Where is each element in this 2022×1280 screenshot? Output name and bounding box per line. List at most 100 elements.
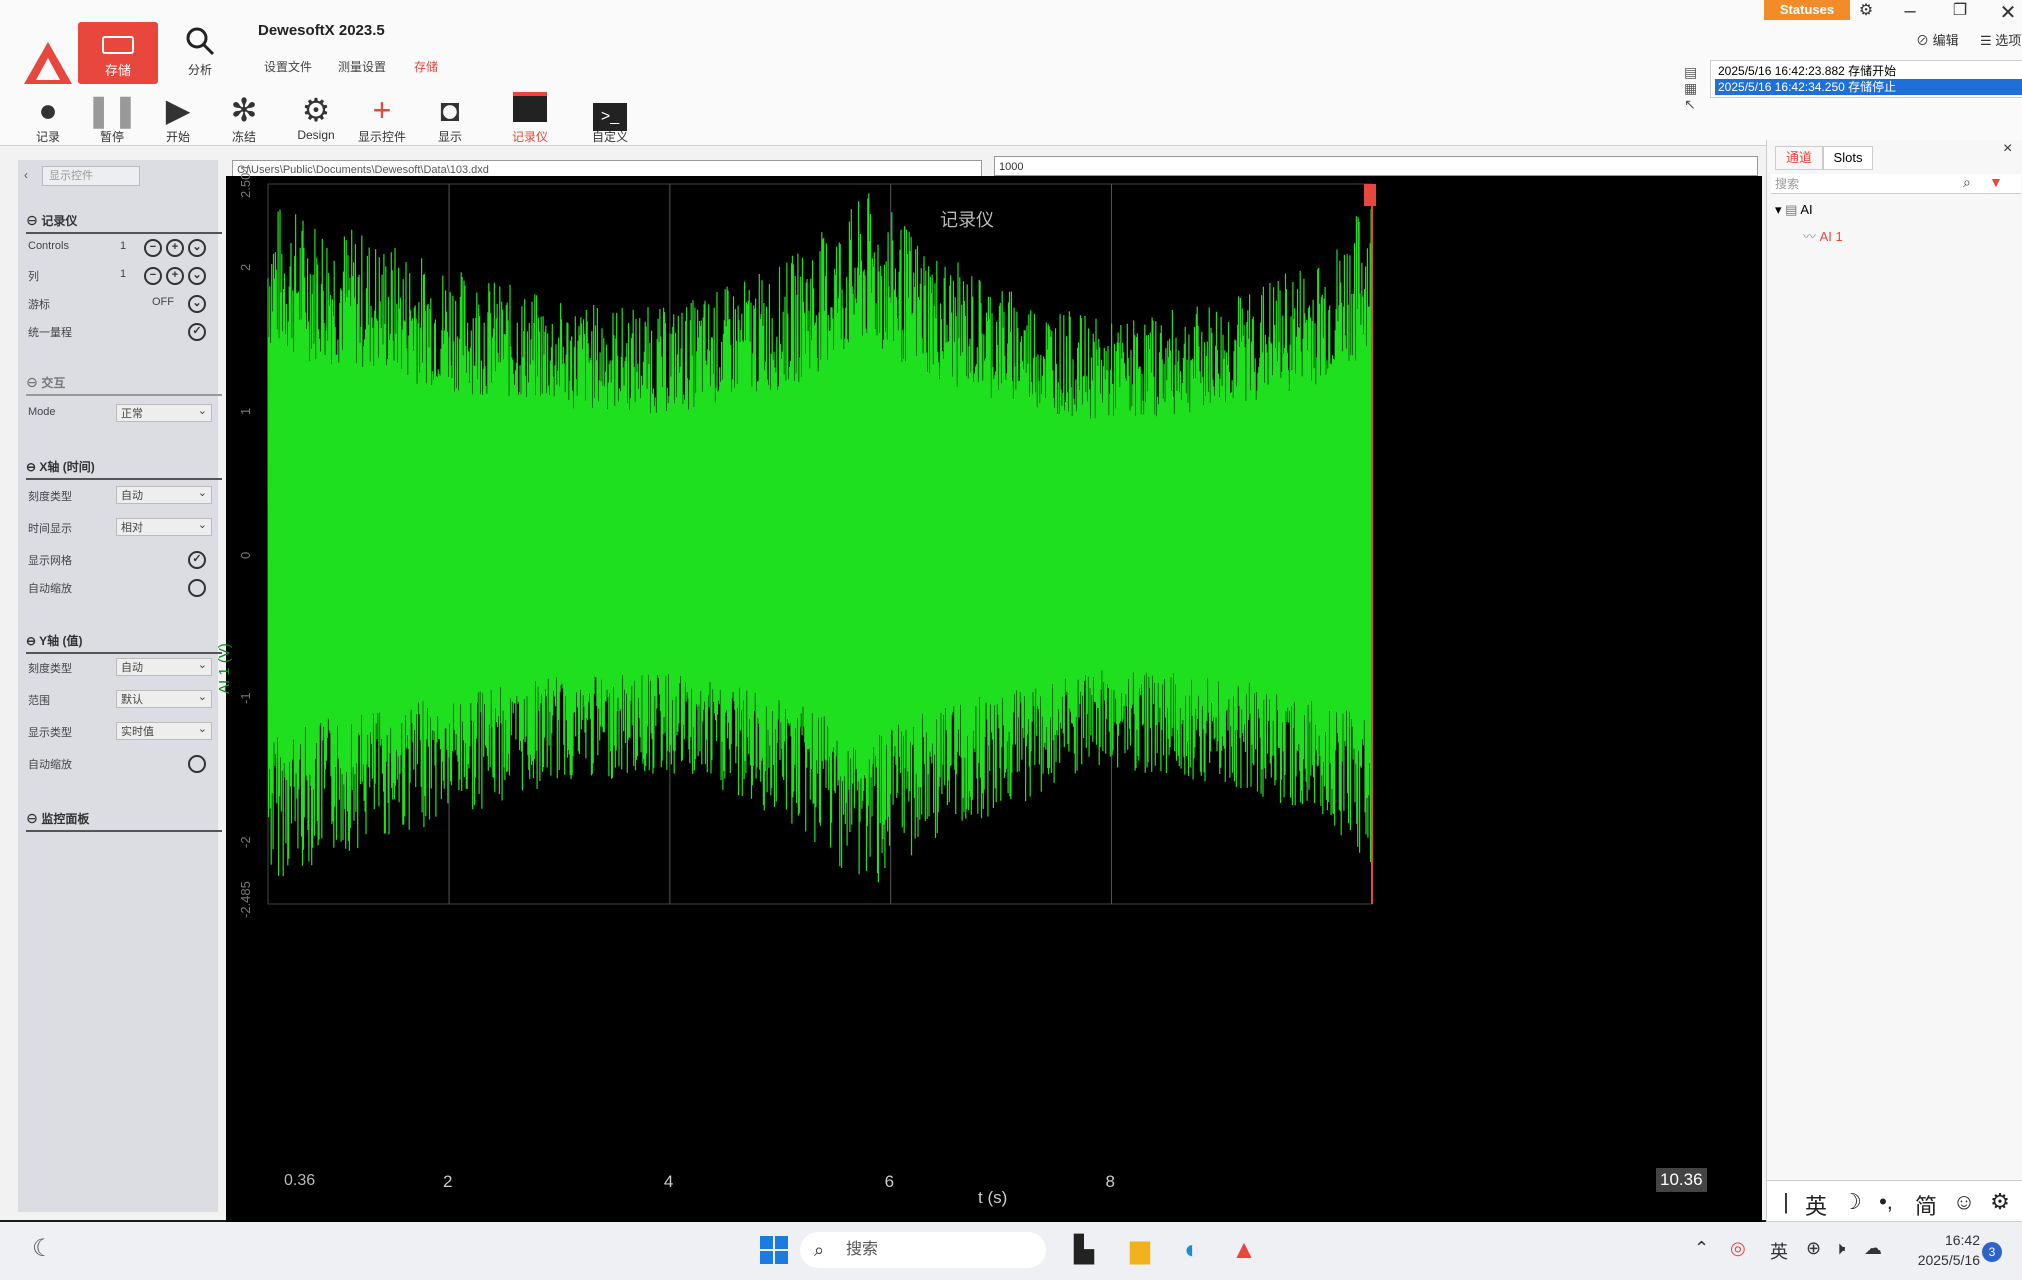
minimize-button[interactable]: – [1892, 0, 1928, 23]
settings-gear-icon[interactable]: ⚙ [1848, 0, 1884, 20]
taskbar-search-input[interactable]: 搜索 [800, 1232, 1046, 1268]
tab-measurement-setup[interactable]: 测量设置 [338, 58, 386, 75]
task-view-icon[interactable]: ▙ [1064, 1234, 1104, 1265]
tab-channels[interactable]: 通道 [1775, 146, 1823, 170]
y-tick-label: 2.504 [238, 165, 253, 198]
tree-group-ai[interactable]: ▾ ▤ AI [1775, 202, 2015, 218]
network-icon[interactable]: ⊕ [1806, 1238, 1821, 1259]
close-panel-icon[interactable]: × [2003, 140, 2012, 158]
section-y-axis[interactable]: ⊖ Y轴 (值) [26, 632, 222, 654]
ime-settings-icon[interactable]: ⚙ [1981, 1189, 2019, 1215]
play-icon: ▶ [165, 92, 191, 128]
volume-icon[interactable]: 🕨 [1834, 1238, 1845, 1259]
section-recorder[interactable]: ⊖ 记录仪 [26, 212, 222, 234]
search-icon[interactable]: ⌕ [1963, 174, 1971, 191]
record-button[interactable]: ● 记录 [18, 92, 78, 154]
close-button[interactable]: ✕ [1990, 0, 2022, 25]
channel-panel: 通道 Slots × 搜索 ⌕ ▼ ▾ ▤ AI 〰 AI 1 [1766, 140, 2022, 1222]
dewesoft-taskbar-icon[interactable]: ▲ [1224, 1234, 1264, 1265]
ime-moon-icon[interactable]: ☽ [1833, 1189, 1871, 1215]
channel-search-input[interactable]: 搜索 [1771, 174, 2021, 194]
start-icon[interactable] [760, 1236, 788, 1264]
plus-icon[interactable]: + [166, 267, 184, 285]
x-grid-row: 显示网格 ✓ [26, 548, 222, 570]
mode-select[interactable]: 正常 [116, 402, 212, 422]
y-tick-label: 1 [238, 407, 253, 416]
value-field[interactable]: 1000 [994, 156, 1758, 176]
ime-emoji-icon[interactable]: ☺ [1945, 1189, 1983, 1215]
taskbar-clock[interactable]: 16:42 2025/5/16 [1900, 1230, 1980, 1270]
ime-lang[interactable]: 英 [1797, 1189, 1835, 1221]
dropdown-circle-icon[interactable]: ⌄ [188, 295, 206, 313]
event-tools-icon[interactable]: ▤ ▦ ↖ [1684, 64, 1697, 112]
analyze-button[interactable]: 分析 [170, 24, 230, 84]
x-tick-label: 8 [1105, 1172, 1115, 1191]
x-tick-label: 2 [443, 1172, 453, 1191]
minus-icon[interactable]: − [144, 239, 162, 257]
statuses-button[interactable]: Statuses [1764, 0, 1850, 20]
recorder-chart[interactable] [226, 176, 1762, 1222]
event-list[interactable]: 2025/5/16 16:42:23.882 存储开始 2025/5/16 16… [1710, 60, 2022, 98]
y-scale-type-select[interactable]: 自动 [116, 656, 212, 676]
x-scale-type-select[interactable]: 自动 [116, 484, 212, 504]
section-recorder-label: 记录仪 [41, 214, 78, 228]
widgets-icon[interactable]: ☾ [32, 1234, 54, 1263]
display-button[interactable]: ◘ 显示 [420, 92, 480, 154]
ime-simplified[interactable]: 简 [1907, 1189, 1945, 1221]
start-button[interactable]: ▶ 开始 [148, 92, 208, 154]
tab-setup-files[interactable]: 设置文件 [264, 58, 312, 75]
expand-arrow-icon[interactable]: ▾ [1775, 202, 1782, 217]
edit-button[interactable]: ⊘ 编辑 [1916, 30, 1959, 49]
filter-icon[interactable]: ▼ [1989, 174, 2003, 190]
columns-label: 列 [28, 271, 39, 283]
edge-browser-icon[interactable]: ◐ [1172, 1234, 1212, 1265]
section-interaction[interactable]: ⊖ 交互 [26, 374, 222, 396]
tray-chevron-icon[interactable]: ⌃ [1694, 1238, 1709, 1259]
start-label: 开始 [165, 130, 190, 144]
restore-button[interactable]: ❐ [1942, 0, 1978, 20]
design-label: Design [297, 128, 335, 142]
dropdown-circle-icon[interactable]: ⌄ [188, 267, 206, 285]
custom-screen-button[interactable]: >_ 自定义 [580, 92, 640, 154]
freeze-button[interactable]: ✻ 冻结 [214, 92, 274, 154]
onedrive-icon[interactable]: ☁ [1864, 1238, 1882, 1259]
controls-label: Controls [28, 240, 69, 252]
add-widget-button[interactable]: + 显示控件 [352, 92, 412, 154]
plus-icon[interactable]: + [166, 239, 184, 257]
design-button[interactable]: ⚙ Design [286, 92, 346, 154]
checked-icon[interactable]: ✓ [188, 551, 206, 569]
y-scale-type-row: 刻度类型 自动 [26, 656, 222, 678]
minus-icon[interactable]: − [144, 267, 162, 285]
options-button[interactable]: ☰ 选项 [1980, 30, 2021, 49]
tray-app-icon[interactable]: ◎ [1730, 1238, 1746, 1259]
x-scale-type-label: 刻度类型 [28, 491, 72, 503]
x-time-display-select[interactable]: 相对 [116, 516, 212, 536]
panel-tab[interactable]: 显示控件 [42, 166, 140, 186]
section-x-axis[interactable]: ⊖ X轴 (时间) [26, 458, 222, 480]
unchecked-icon[interactable] [188, 579, 206, 597]
event-row[interactable]: 2025/5/16 16:42:23.882 存储开始 [1715, 63, 2022, 79]
dropdown-circle-icon[interactable]: ⌄ [188, 239, 206, 257]
y-display-type-select[interactable]: 实时值 [116, 720, 212, 740]
store-button[interactable]: 存储 [78, 22, 158, 84]
y-scale-type-label: 刻度类型 [28, 663, 72, 675]
end-cursor-handle[interactable] [1364, 184, 1376, 206]
file-explorer-icon[interactable]: ▆ [1120, 1234, 1160, 1265]
checked-icon[interactable]: ✓ [188, 323, 206, 341]
tray-language[interactable]: 英 [1770, 1238, 1788, 1264]
notification-badge[interactable]: 3 [1982, 1242, 2002, 1262]
tab-slots[interactable]: Slots [1823, 146, 1873, 170]
unchecked-icon[interactable] [188, 755, 206, 773]
pause-icon: ❚❚ [85, 92, 139, 128]
event-row-selected[interactable]: 2025/5/16 16:42:34.250 存储停止 [1715, 79, 2022, 95]
section-monitor[interactable]: ⊖ 监控面板 [26, 810, 222, 832]
collapse-icon[interactable]: ‹ [24, 168, 28, 182]
pause-button[interactable]: ❚❚ 暂停 [82, 92, 142, 154]
dewesoft-window: 存储 分析 DewesoftX 2023.5 设置文件 测量设置 存储 ● 记录… [0, 0, 2022, 1222]
analyze-label: 分析 [187, 63, 212, 77]
tab-storing[interactable]: 存储 [414, 58, 438, 75]
ime-punct-icon[interactable]: •, [1867, 1189, 1905, 1215]
y-range-select[interactable]: 默认 [116, 688, 212, 708]
recorder-screen-button[interactable]: 记录仪 [500, 92, 560, 154]
tree-item-ai1[interactable]: 〰 AI 1 [1803, 226, 1843, 245]
